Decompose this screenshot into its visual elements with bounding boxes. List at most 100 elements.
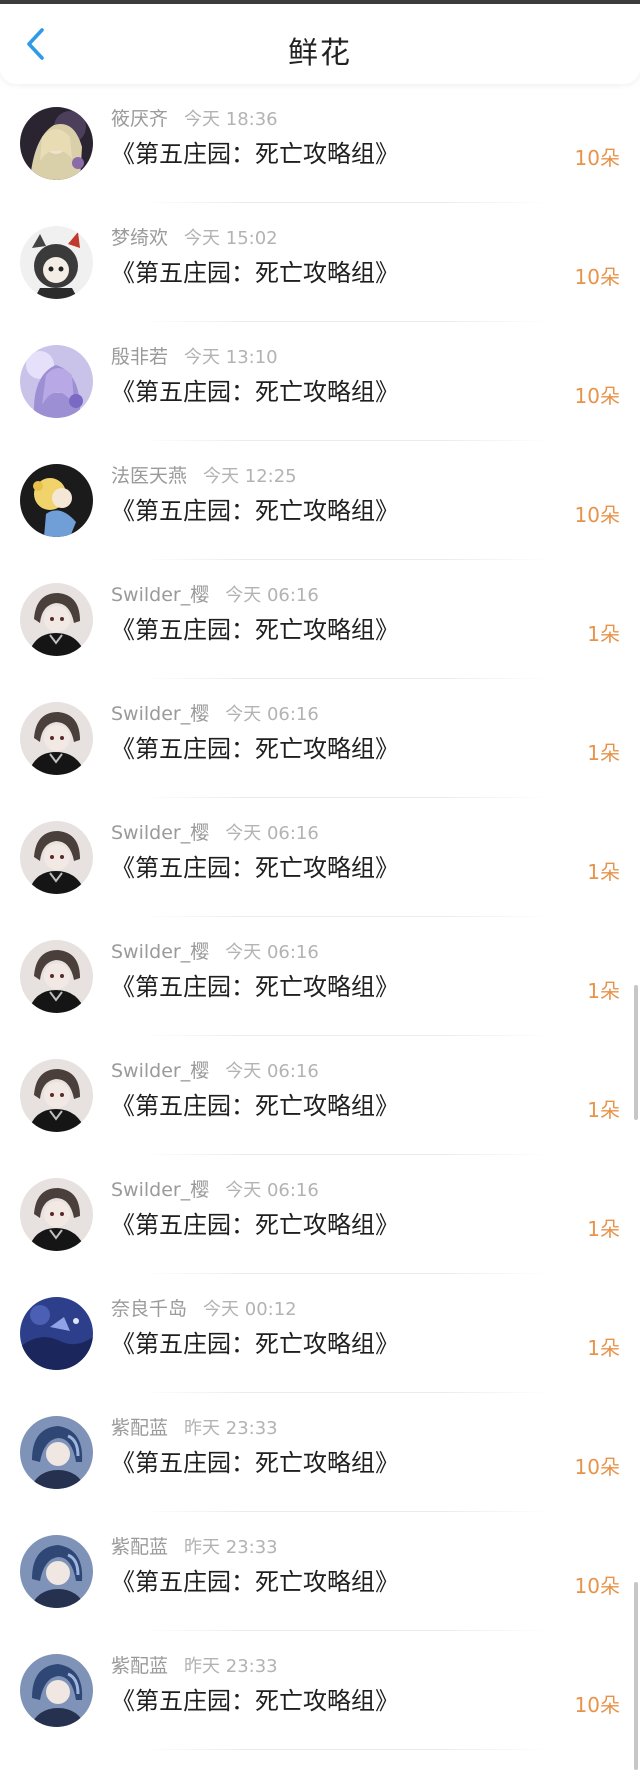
- user-meta: Swilder_樱 今天 06:16: [111, 699, 319, 726]
- timestamp: 今天 12:25: [203, 466, 297, 487]
- work-title: 《第五庄园：死亡攻略组》: [111, 259, 399, 287]
- flower-count: 1朵: [587, 860, 620, 884]
- list-item[interactable]: 筱厌齐 今天 18:36 《第五庄园：死亡攻略组》 10朵: [0, 84, 640, 203]
- timestamp: 昨天 23:33: [184, 1656, 278, 1677]
- work-title: 《第五庄园：死亡攻略组》: [111, 497, 399, 525]
- work-title: 《第五庄园：死亡攻略组》: [111, 140, 399, 168]
- avatar[interactable]: [20, 1297, 93, 1370]
- work-title: 《第五庄园：死亡攻略组》: [111, 1211, 399, 1239]
- page-title: 鲜花: [288, 36, 352, 71]
- user-name[interactable]: Swilder_樱: [111, 703, 209, 725]
- list-item[interactable]: Swilder_樱 今天 06:16 《第五庄园：死亡攻略组》 1朵: [0, 917, 640, 1036]
- work-title: 《第五庄园：死亡攻略组》: [111, 735, 399, 763]
- work-title: 《第五庄园：死亡攻略组》: [111, 1449, 399, 1477]
- work-title: 《第五庄园：死亡攻略组》: [111, 1568, 399, 1596]
- timestamp: 今天 06:16: [225, 704, 319, 725]
- avatar[interactable]: [20, 107, 93, 180]
- work-title: 《第五庄园：死亡攻略组》: [111, 854, 399, 882]
- work-title: 《第五庄园：死亡攻略组》: [111, 616, 399, 644]
- list-item[interactable]: 紫配蓝 昨天 23:33 《第五庄园：死亡攻略组》 10朵: [0, 1393, 640, 1512]
- work-title: 《第五庄园：死亡攻略组》: [111, 1687, 399, 1715]
- avatar[interactable]: [20, 702, 93, 775]
- avatar[interactable]: [20, 821, 93, 894]
- avatar[interactable]: [20, 1654, 93, 1727]
- scrollbar-thumb[interactable]: [634, 985, 638, 1120]
- timestamp: 今天 15:02: [184, 228, 278, 249]
- timestamp: 今天 06:16: [225, 942, 319, 963]
- user-meta: 紫配蓝 昨天 23:33: [111, 1532, 278, 1559]
- list-item[interactable]: Swilder_樱 今天 06:16 《第五庄园：死亡攻略组》 1朵: [0, 679, 640, 798]
- list-item[interactable]: 奈良千岛 今天 00:12 《第五庄园：死亡攻略组》 1朵: [0, 1274, 640, 1393]
- timestamp: 今天 00:12: [203, 1299, 297, 1320]
- user-name[interactable]: Swilder_樱: [111, 584, 209, 606]
- user-name[interactable]: 梦绮欢: [111, 227, 168, 249]
- flower-list: 筱厌齐 今天 18:36 《第五庄园：死亡攻略组》 10朵 梦绮欢 今天 15:02 《第五…: [0, 84, 640, 1750]
- list-item[interactable]: Swilder_樱 今天 06:16 《第五庄园：死亡攻略组》 1朵: [0, 1155, 640, 1274]
- user-meta: 紫配蓝 昨天 23:33: [111, 1651, 278, 1678]
- avatar[interactable]: [20, 583, 93, 656]
- avatar[interactable]: [20, 345, 93, 418]
- avatar[interactable]: [20, 1416, 93, 1489]
- avatar[interactable]: [20, 1178, 93, 1251]
- user-meta: Swilder_樱 今天 06:16: [111, 1056, 319, 1083]
- user-meta: 筱厌齐 今天 18:36: [111, 104, 278, 131]
- list-item[interactable]: 紫配蓝 昨天 23:33 《第五庄园：死亡攻略组》 10朵: [0, 1631, 640, 1750]
- user-name[interactable]: 紫配蓝: [111, 1536, 168, 1558]
- user-name[interactable]: 殷非若: [111, 346, 168, 368]
- avatar[interactable]: [20, 464, 93, 537]
- flower-count: 10朵: [574, 1574, 620, 1598]
- flower-count: 10朵: [574, 1455, 620, 1479]
- list-item[interactable]: 紫配蓝 昨天 23:33 《第五庄园：死亡攻略组》 10朵: [0, 1512, 640, 1631]
- flower-count: 1朵: [587, 979, 620, 1003]
- user-name[interactable]: 奈良千岛: [111, 1298, 187, 1320]
- page-header: 鲜花: [0, 4, 640, 84]
- flower-count: 10朵: [574, 265, 620, 289]
- user-name[interactable]: Swilder_樱: [111, 1060, 209, 1082]
- user-name[interactable]: 紫配蓝: [111, 1655, 168, 1677]
- timestamp: 昨天 23:33: [184, 1537, 278, 1558]
- list-item[interactable]: 法医天燕 今天 12:25 《第五庄园：死亡攻略组》 10朵: [0, 441, 640, 560]
- user-meta: 法医天燕 今天 12:25: [111, 461, 297, 488]
- flower-count: 10朵: [574, 503, 620, 527]
- flower-count: 10朵: [574, 384, 620, 408]
- flower-count: 10朵: [574, 1693, 620, 1717]
- timestamp: 今天 06:16: [225, 585, 319, 606]
- user-meta: 殷非若 今天 13:10: [111, 342, 278, 369]
- timestamp: 昨天 23:33: [184, 1418, 278, 1439]
- timestamp: 今天 06:16: [225, 1061, 319, 1082]
- list-item[interactable]: 殷非若 今天 13:10 《第五庄园：死亡攻略组》 10朵: [0, 322, 640, 441]
- user-meta: Swilder_樱 今天 06:16: [111, 937, 319, 964]
- user-meta: 奈良千岛 今天 00:12: [111, 1294, 297, 1321]
- list-item[interactable]: Swilder_樱 今天 06:16 《第五庄园：死亡攻略组》 1朵: [0, 560, 640, 679]
- scrollbar-thumb-lower[interactable]: [634, 1582, 638, 1770]
- user-meta: Swilder_樱 今天 06:16: [111, 818, 319, 845]
- list-item[interactable]: Swilder_樱 今天 06:16 《第五庄园：死亡攻略组》 1朵: [0, 798, 640, 917]
- timestamp: 今天 06:16: [225, 823, 319, 844]
- user-name[interactable]: 法医天燕: [111, 465, 187, 487]
- user-name[interactable]: 紫配蓝: [111, 1417, 168, 1439]
- work-title: 《第五庄园：死亡攻略组》: [111, 378, 399, 406]
- user-meta: 紫配蓝 昨天 23:33: [111, 1413, 278, 1440]
- avatar[interactable]: [20, 1535, 93, 1608]
- user-name[interactable]: 筱厌齐: [111, 108, 168, 130]
- flower-count: 1朵: [587, 741, 620, 765]
- flower-count: 1朵: [587, 622, 620, 646]
- avatar[interactable]: [20, 1059, 93, 1132]
- timestamp: 今天 06:16: [225, 1180, 319, 1201]
- flower-count: 10朵: [574, 146, 620, 170]
- work-title: 《第五庄园：死亡攻略组》: [111, 1330, 399, 1358]
- timestamp: 今天 13:10: [184, 347, 278, 368]
- avatar[interactable]: [20, 940, 93, 1013]
- user-meta: Swilder_樱 今天 06:16: [111, 580, 319, 607]
- user-name[interactable]: Swilder_樱: [111, 822, 209, 844]
- user-name[interactable]: Swilder_樱: [111, 941, 209, 963]
- list-item[interactable]: 梦绮欢 今天 15:02 《第五庄园：死亡攻略组》 10朵: [0, 203, 640, 322]
- user-meta: Swilder_樱 今天 06:16: [111, 1175, 319, 1202]
- work-title: 《第五庄园：死亡攻略组》: [111, 973, 399, 1001]
- avatar[interactable]: [20, 226, 93, 299]
- user-meta: 梦绮欢 今天 15:02: [111, 223, 278, 250]
- list-item[interactable]: Swilder_樱 今天 06:16 《第五庄园：死亡攻略组》 1朵: [0, 1036, 640, 1155]
- user-name[interactable]: Swilder_樱: [111, 1179, 209, 1201]
- flower-count: 1朵: [587, 1098, 620, 1122]
- work-title: 《第五庄园：死亡攻略组》: [111, 1092, 399, 1120]
